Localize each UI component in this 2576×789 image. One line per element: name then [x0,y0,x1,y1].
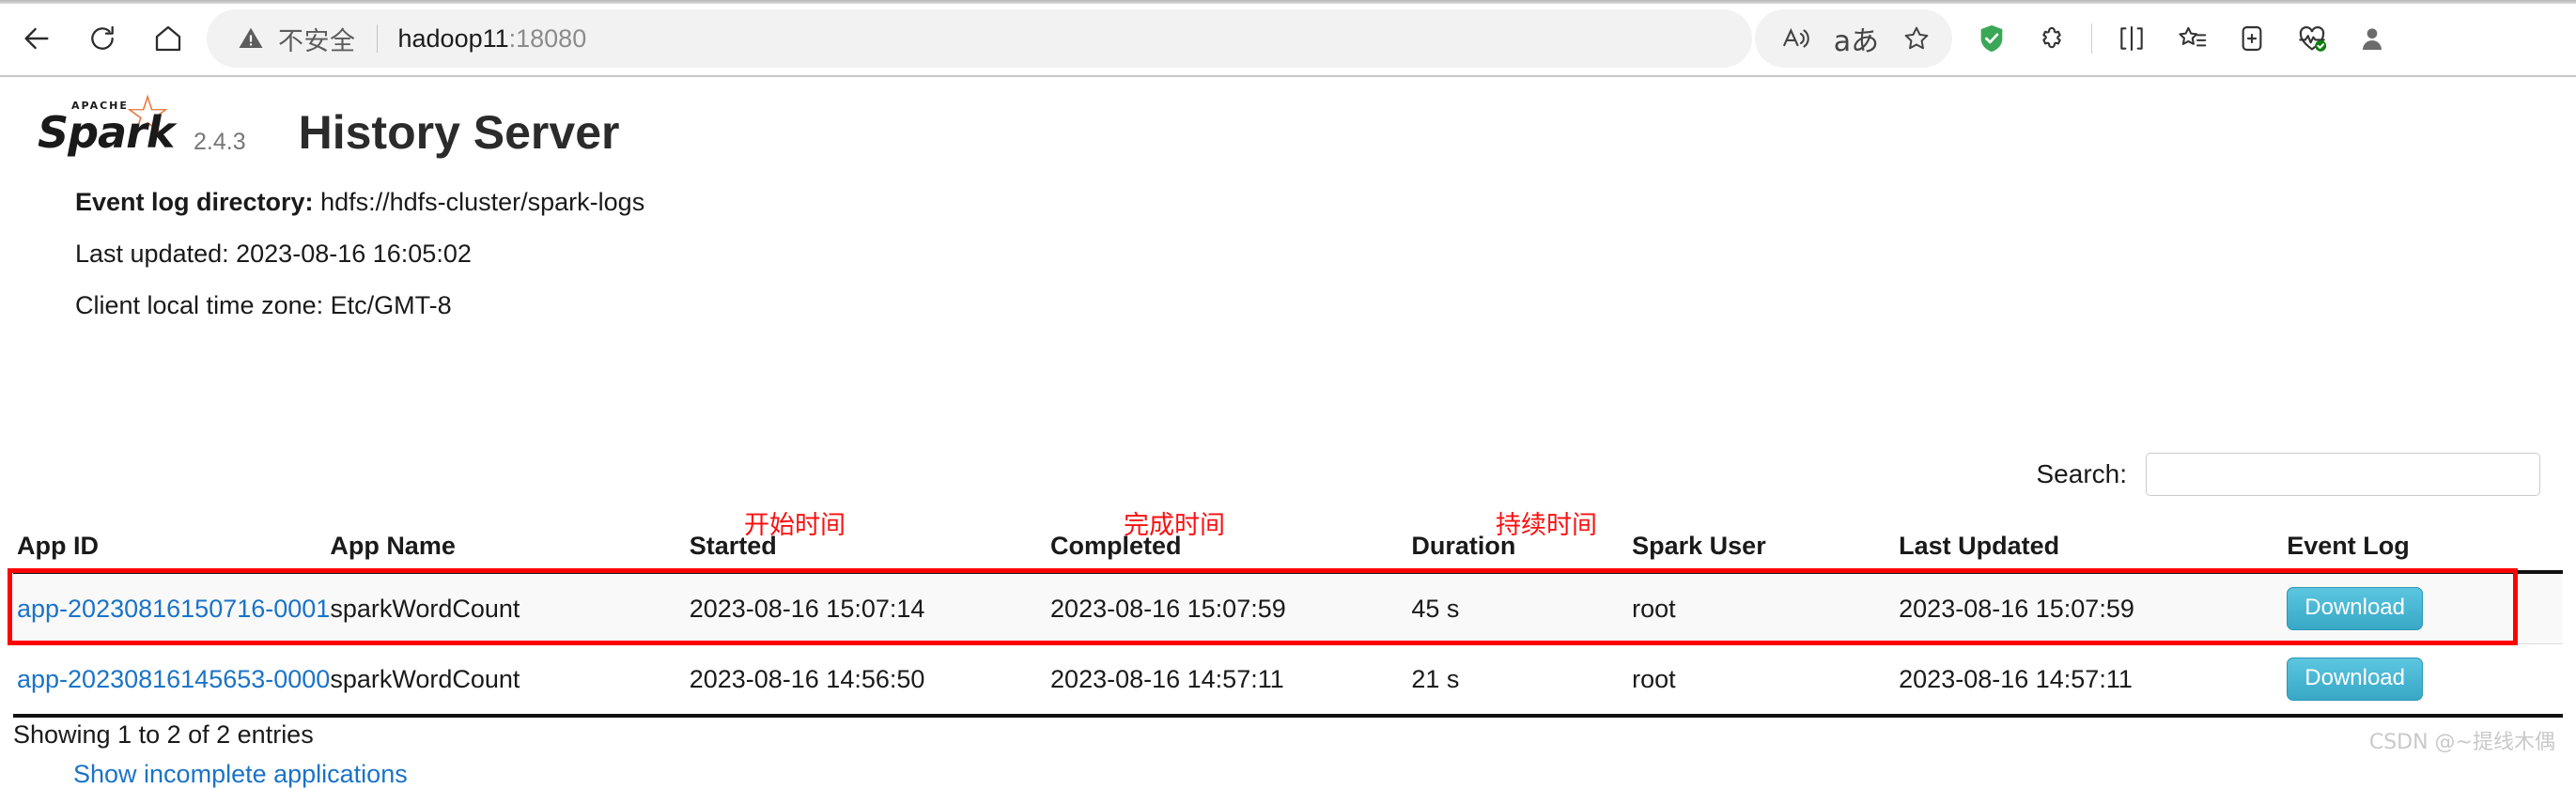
table-row: app-20230816150716-0001 sparkWordCount 2… [13,572,2563,644]
translate-icon: aあ [1833,25,1880,58]
cell-event-log: Download [2287,572,2563,644]
spark-history-server-page: APACHE ☆ Spark 2.4.3 History Server Even… [0,77,2576,788]
cell-app-id: app-20230816145653-0000 [13,643,331,718]
annotation-started: 开始时间 [744,511,846,540]
add-to-device-icon [2242,25,2262,52]
spark-version: 2.4.3 [194,129,246,155]
add-to-device-button[interactable] [2222,9,2282,68]
table-head: App ID App Name Started Completed Durati… [13,526,2563,574]
shield-check-icon [1980,24,2003,53]
annotation-completed: 完成时间 [1124,511,1225,540]
column-header-last-updated[interactable]: Last Updated [1899,526,2288,574]
split-screen-button[interactable] [2102,9,2162,68]
cell-started: 2023-08-16 15:07:14 [689,572,1051,644]
profile-avatar-icon [2363,28,2382,50]
cell-completed: 2023-08-16 14:57:11 [1050,643,1412,718]
cell-app-name: sparkWordCount [330,572,690,644]
event-log-directory-label: Event log directory: [75,188,314,216]
collections-star-icon [2178,26,2206,46]
last-updated-line: Last updated: 2023-08-16 16:05:02 [75,240,472,268]
extensions-button[interactable] [2022,9,2082,68]
cell-app-name: sparkWordCount [330,643,690,718]
read-aloud-icon [1783,27,1809,48]
cell-app-id: app-20230816150716-0001 [13,572,331,644]
browser-essentials-button[interactable] [2282,9,2342,68]
security-label: 不安全 [278,26,356,56]
annotation-duration: 持续时间 [1496,511,1597,540]
table-body: app-20230816150716-0001 sparkWordCount 2… [13,572,2563,718]
browser-toolbar: aあ [1766,9,2402,68]
column-header-app-name[interactable]: App Name [330,526,690,574]
extensions-puzzle-icon [2042,26,2061,49]
read-aloud-button[interactable] [1766,9,1826,68]
url-port: :18080 [508,23,587,53]
collections-button[interactable] [2162,9,2222,68]
time-zone-line: Client local time zone: Etc/GMT-8 [75,291,452,319]
info-block: Event log directory: hdfs://hdfs-cluster… [75,188,644,343]
search-input[interactable] [2146,453,2540,496]
column-header-spark-user[interactable]: Spark User [1632,526,1900,574]
reload-button[interactable] [75,11,130,66]
column-header-app-id[interactable]: App ID [13,526,331,574]
favorite-star-icon [1904,26,1929,50]
cell-duration: 21 s [1411,643,1633,718]
entries-info: Showing 1 to 2 of 2 entries [13,720,314,749]
translate-button[interactable]: aあ [1826,9,1886,68]
back-button[interactable] [9,11,64,66]
app-header: APACHE ☆ Spark 2.4.3 History Server [38,88,620,162]
cell-duration: 45 s [1411,572,1633,644]
app-id-link[interactable]: app-20230816145653-0000 [17,665,330,693]
cell-completed: 2023-08-16 15:07:59 [1050,572,1412,644]
reload-icon [91,25,114,50]
cell-last-updated: 2023-08-16 15:07:59 [1899,572,2288,644]
column-header-completed[interactable]: Completed [1050,526,1412,574]
page-title: History Server [298,106,620,159]
cell-started: 2023-08-16 14:56:50 [689,643,1051,718]
search-area: Search: [2036,453,2540,496]
column-header-event-log[interactable]: Event Log [2287,526,2563,574]
tab-strip [0,0,2576,4]
url-text: hadoop11:18080 [398,24,587,54]
back-arrow-icon [24,27,49,50]
spark-logo: APACHE ☆ Spark [38,88,188,162]
search-label: Search: [2036,459,2128,488]
browser-chrome: 不安全 hadoop11:18080 aあ [0,0,2576,77]
watermark: CSDN @~提线木偶 [2368,731,2555,754]
split-screen-icon [2120,25,2143,52]
download-button[interactable]: Download [2287,587,2423,630]
download-button[interactable]: Download [2287,658,2423,701]
show-incomplete-applications-link[interactable]: Show incomplete applications [73,760,408,789]
url-host: hadoop11 [397,23,509,53]
table-header-row: App ID App Name Started Completed Durati… [13,526,2563,574]
cell-spark-user: root [1632,572,1900,644]
event-log-directory-line: Event log directory: hdfs://hdfs-cluster… [75,188,644,217]
cell-spark-user: root [1632,643,1900,718]
cell-last-updated: 2023-08-16 14:57:11 [1899,643,2288,718]
app-id-link[interactable]: app-20230816150716-0001 [17,595,330,623]
url-divider [376,24,378,53]
cell-event-log: Download [2287,643,2563,718]
favorite-button[interactable] [1886,9,1947,68]
security-status[interactable]: 不安全 [237,21,356,57]
profile-button[interactable] [2342,9,2402,68]
table-row: app-20230816145653-0000 sparkWordCount 2… [13,643,2563,718]
applications-table: App ID App Name Started Completed Durati… [13,526,2563,718]
browser-essentials-icon [2299,26,2327,52]
toolbar-divider [2091,23,2092,54]
warning-triangle-icon [239,27,263,48]
event-log-directory-value: hdfs://hdfs-cluster/spark-logs [320,188,645,216]
shield-button[interactable] [1962,9,2022,68]
home-button[interactable] [141,11,195,66]
home-icon [155,25,181,52]
address-bar[interactable]: 不安全 hadoop11:18080 [207,9,1752,68]
spark-wordmark: Spark [38,107,175,158]
